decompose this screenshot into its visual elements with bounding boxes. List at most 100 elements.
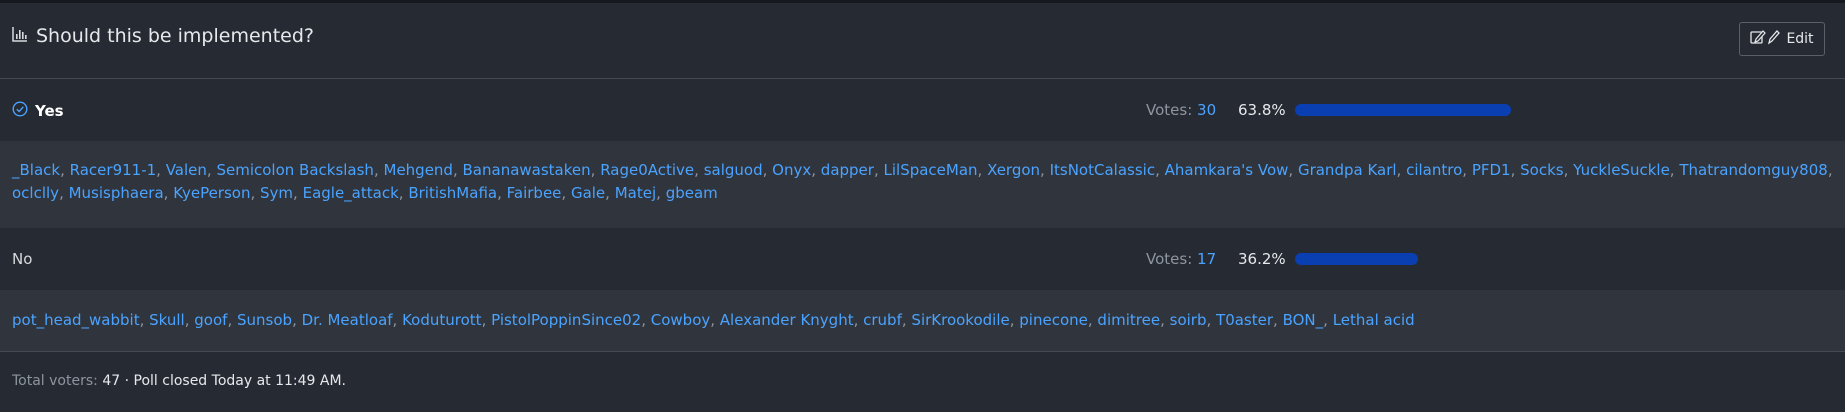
voter-link[interactable]: T0aster [1216, 311, 1273, 329]
voter-link[interactable]: Bananawastaken [463, 161, 591, 179]
voter-separator: , [184, 311, 195, 329]
voter-separator: , [853, 311, 864, 329]
poll-choice-yes: Yes Votes: 30 63.8% [0, 79, 1845, 141]
voter-separator: , [452, 161, 463, 179]
voter-link[interactable]: ItsNotCalassic [1050, 161, 1155, 179]
voter-link[interactable]: Fairbee [507, 184, 562, 202]
voter-link[interactable]: PistolPoppinSince02 [491, 311, 641, 329]
poll-header: Should this be implemented? Edit [0, 3, 1845, 79]
voter-separator: , [59, 184, 69, 202]
voter-link[interactable]: Thatrandomguy808 [1679, 161, 1827, 179]
voter-link[interactable]: pot_head_wabbit [12, 311, 140, 329]
voter-link[interactable]: dapper [821, 161, 874, 179]
voter-link[interactable]: Valen [166, 161, 207, 179]
voter-link[interactable]: SirKrookodile [911, 311, 1009, 329]
poll-block: Should this be implemented? Edit Yes Vot… [0, 0, 1845, 412]
voter-link[interactable]: PFD1 [1472, 161, 1511, 179]
voter-separator: , [497, 184, 507, 202]
votes-label: Votes: [1146, 250, 1193, 268]
check-circle-icon [12, 101, 28, 121]
total-voters-count: 47 [102, 373, 121, 389]
voter-link[interactable]: Socks [1520, 161, 1563, 179]
voter-link[interactable]: Semicolon Backslash [216, 161, 374, 179]
voter-separator: , [293, 184, 303, 202]
edit-pencil-icon [1750, 29, 1781, 49]
vote-count: Votes: 17 [1146, 250, 1216, 268]
voter-link[interactable]: Matej [615, 184, 656, 202]
voter-link[interactable]: Sunsob [237, 311, 292, 329]
voter-link[interactable]: Mehgend [384, 161, 453, 179]
choice-label-text: No [12, 250, 33, 268]
voter-link[interactable]: Koduturott [402, 311, 481, 329]
voter-separator: , [605, 184, 615, 202]
voter-link[interactable]: LilSpaceMan [884, 161, 978, 179]
voter-separator: , [1669, 161, 1680, 179]
voter-link[interactable]: Alexander Knyght [720, 311, 854, 329]
voter-link[interactable]: pinecone [1019, 311, 1088, 329]
voter-link[interactable]: goof [194, 311, 227, 329]
voter-link[interactable]: soirb [1170, 311, 1207, 329]
poll-choice-no: No Votes: 17 36.2% [0, 228, 1845, 290]
choice-label-yes: Yes [12, 101, 64, 121]
voter-separator: , [811, 161, 821, 179]
voter-link[interactable]: Lethal acid [1333, 311, 1415, 329]
voter-separator: , [1206, 311, 1217, 329]
voter-separator: , [481, 311, 492, 329]
voter-separator: , [1396, 161, 1407, 179]
voter-link[interactable]: KyePerson [173, 184, 250, 202]
voter-separator: , [1323, 311, 1333, 329]
voter-separator: , [1510, 161, 1521, 179]
voter-link[interactable]: Cowboy [651, 311, 711, 329]
voter-separator: , [656, 184, 666, 202]
poll-footer: Total voters: 47 · Poll closed Today at … [0, 352, 1845, 412]
voter-link[interactable]: Eagle_attack [303, 184, 399, 202]
voter-link[interactable]: Dr. Meatloaf [302, 311, 393, 329]
voter-list-no: pot_head_wabbit, Skull, goof, Sunsob, Dr… [0, 290, 1845, 352]
voter-link[interactable]: Onyx [772, 161, 811, 179]
votes-label: Votes: [1146, 101, 1193, 119]
voter-link[interactable]: Rage0Active [600, 161, 694, 179]
voter-link[interactable]: Sym [260, 184, 293, 202]
voter-link[interactable]: Musisphaera [69, 184, 164, 202]
edit-button[interactable]: Edit [1739, 22, 1825, 56]
vote-bar-fill [1295, 104, 1512, 116]
voter-separator: , [694, 161, 704, 179]
voter-link[interactable]: salguod [704, 161, 763, 179]
edit-label: Edit [1786, 31, 1814, 47]
total-voters-label: Total voters: [12, 373, 98, 389]
voter-link[interactable]: cilantro [1406, 161, 1462, 179]
voter-link[interactable]: crubf [863, 311, 902, 329]
voter-link[interactable]: Ahamkara's Vow [1165, 161, 1289, 179]
voter-separator: , [1087, 311, 1098, 329]
voter-link[interactable]: _Black [12, 161, 60, 179]
voter-link[interactable]: Racer911-1 [70, 161, 157, 179]
voter-link[interactable]: Grandpa Karl [1298, 161, 1397, 179]
voter-separator: , [250, 184, 261, 202]
vote-bar-fill [1295, 253, 1418, 265]
bar-chart-icon [12, 25, 28, 47]
voter-separator: , [1160, 311, 1170, 329]
poll-title: Should this be implemented? [12, 25, 314, 47]
voter-separator: , [139, 311, 150, 329]
voter-link[interactable]: BritishMafia [408, 184, 497, 202]
voter-separator: , [1462, 161, 1472, 179]
voter-separator: , [1563, 161, 1574, 179]
voter-link[interactable]: Gale [571, 184, 605, 202]
voter-separator: , [590, 161, 601, 179]
voter-separator: , [901, 311, 912, 329]
poll-closed-text: · Poll closed Today at 11:49 AM. [124, 373, 347, 389]
voter-link[interactable]: Skull [149, 311, 185, 329]
voter-separator: , [873, 161, 884, 179]
voter-link[interactable]: gbeam [666, 184, 718, 202]
vote-bar [1295, 104, 1634, 116]
votes-number[interactable]: 30 [1197, 101, 1216, 119]
voter-separator: , [227, 311, 237, 329]
voter-link[interactable]: YuckleSuckle [1573, 161, 1670, 179]
voter-separator: , [163, 184, 174, 202]
voter-link[interactable]: BON_ [1283, 311, 1324, 329]
voter-link[interactable]: dimitree [1097, 311, 1160, 329]
voter-link[interactable]: oclclly [12, 184, 59, 202]
voter-separator: , [561, 184, 571, 202]
voter-link[interactable]: Xergon [987, 161, 1040, 179]
votes-number[interactable]: 17 [1197, 250, 1216, 268]
